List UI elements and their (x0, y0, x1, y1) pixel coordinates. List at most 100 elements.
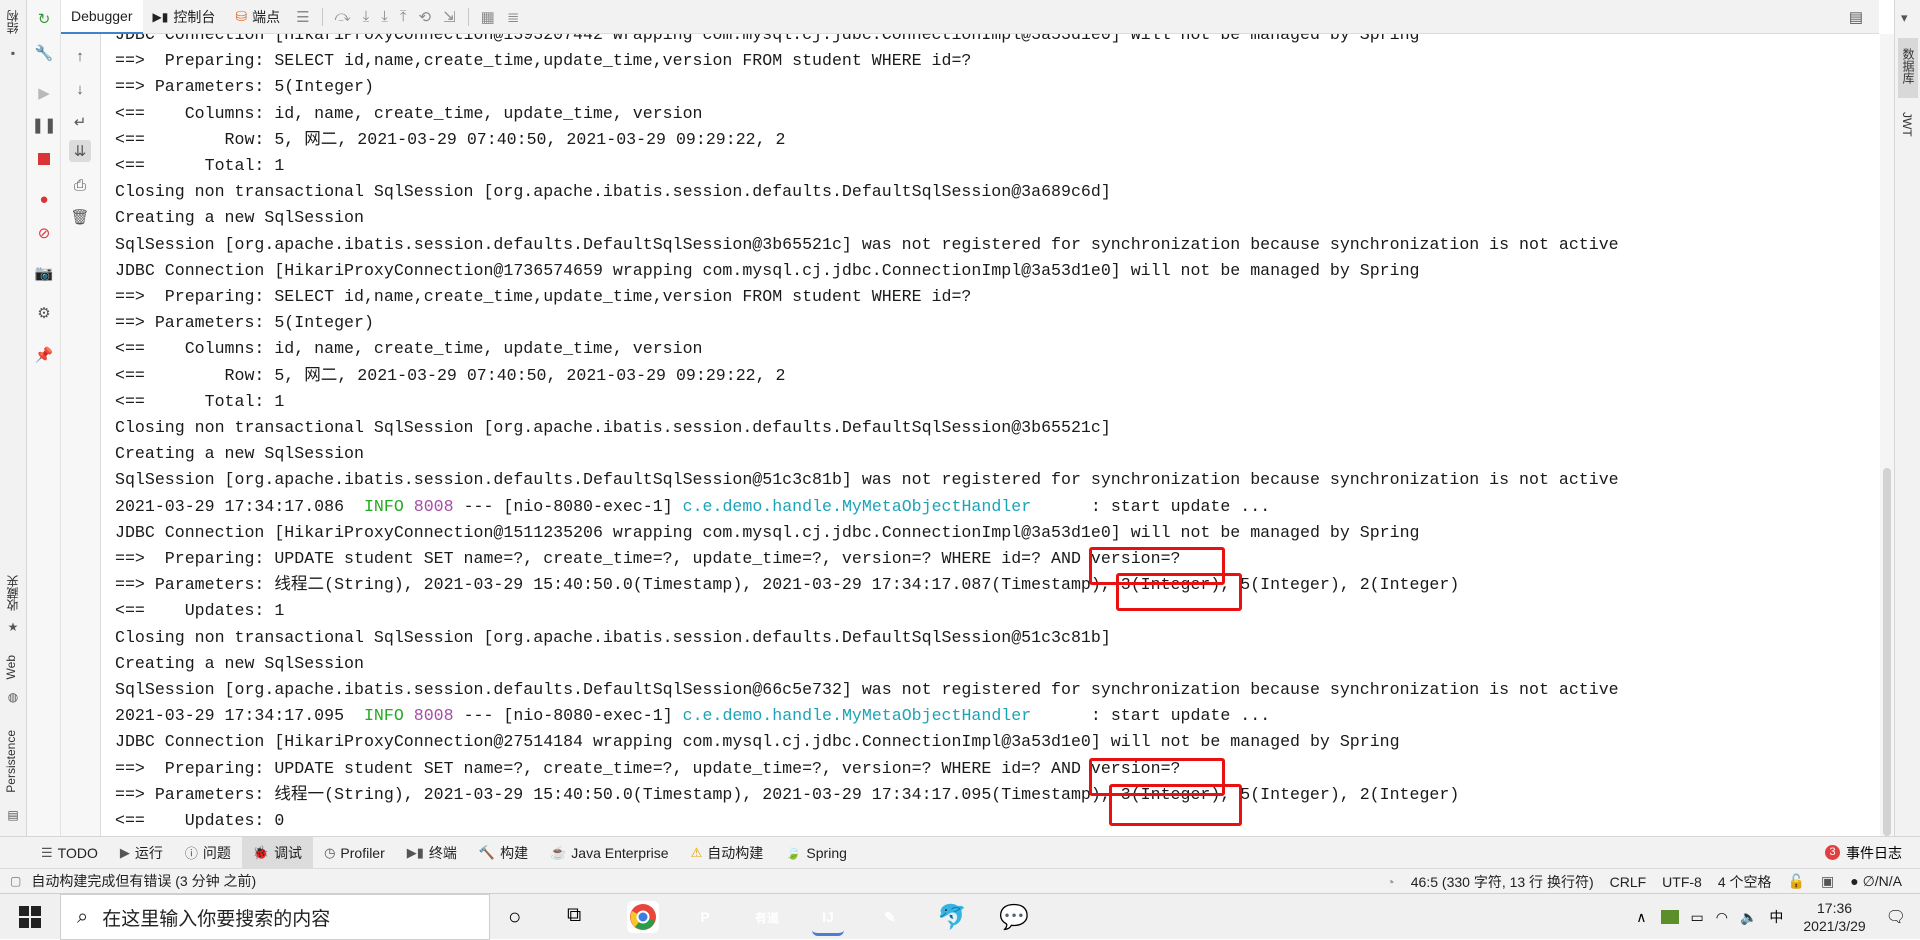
wifi-icon[interactable]: ◠ (1716, 909, 1728, 926)
chevron-down-icon[interactable]: ▾ (1901, 10, 1908, 26)
web-tool-label[interactable]: Web (4, 655, 18, 679)
task-view-icon[interactable]: ⧉ (567, 904, 581, 927)
clock-time: 17:36 (1817, 900, 1853, 916)
console-text-segment: Closing non transactional SqlSession [or… (115, 627, 1111, 647)
bottom-tab-java-enterprise[interactable]: ☕ Java Enterprise (539, 837, 679, 869)
console-text-segment: 2021-03-29 17:34:17.095 (115, 706, 364, 726)
bottom-tab-build[interactable]: 🔨 构建 (468, 837, 539, 869)
indent-setting[interactable]: 4 个空格 (1718, 872, 1772, 892)
ime-icon[interactable]: 中 (1769, 907, 1783, 927)
docker-app-icon[interactable]: 🐬 (936, 901, 968, 933)
tab-console[interactable]: ▶▮ 控制台 (143, 0, 226, 34)
run-to-cursor-icon[interactable]: ⇲ (437, 8, 462, 26)
caret-position[interactable]: 46:5 (330 字符, 13 行 换行符) (1411, 872, 1594, 892)
rerun-icon[interactable]: ↻ (33, 8, 55, 30)
evaluate-icon[interactable]: ▦ (475, 8, 501, 26)
wrench-icon[interactable]: 🔧 (33, 42, 55, 64)
cortana-icon[interactable]: ○ (508, 904, 521, 930)
console-text-segment: Closing non transactional SqlSession [or… (115, 418, 1111, 437)
bottom-tabs: ☰ TODO ▶ 运行 ⓘ 问题 🐞 调试 ◷ Profiler ▶▮ 终端 🔨 构建 ☕ Java Ente… (0, 836, 858, 869)
trash-icon[interactable]: 🗑 (69, 206, 91, 228)
stop-icon[interactable] (33, 148, 55, 170)
bottom-tab-spring[interactable]: 🍃 Spring (774, 837, 858, 869)
bottom-tab-label: 自动构建 (707, 844, 764, 861)
bottom-tab-auto-build[interactable]: ⚠ 自动构建 (680, 837, 775, 869)
bottom-tab-label: 调试 (274, 844, 303, 861)
scrollbar-thumb[interactable] (1883, 468, 1891, 836)
intellij-app-icon[interactable]: IJ (812, 901, 844, 936)
volume-icon[interactable]: 🔈 (1740, 909, 1757, 926)
tab-breakpoints-label: 端点 (252, 8, 281, 25)
step-out-icon[interactable]: ⤒ (394, 8, 413, 25)
tab-debugger[interactable]: Debugger (61, 0, 143, 34)
persistence-tool-label[interactable]: Persistence (4, 730, 18, 793)
battery-icon[interactable]: ▭ (1691, 909, 1704, 926)
vcs-status[interactable]: ● ∅/N/A (1850, 873, 1902, 890)
print-icon[interactable]: ⎙ (69, 174, 91, 196)
youdao-app-icon[interactable]: 有道 (751, 901, 783, 933)
file-encoding[interactable]: UTF-8 (1662, 874, 1702, 890)
structure-tool-label[interactable]: 结构 (4, 10, 21, 34)
wechat-app-icon[interactable]: 💬 (998, 901, 1030, 933)
step-into-icon[interactable]: ⤓ (357, 8, 376, 25)
pin-icon[interactable]: 📌 (33, 344, 55, 366)
bottom-tab-terminal[interactable]: ▶▮ 终端 (396, 837, 468, 869)
clock[interactable]: 17:36 2021/3/29 (1803, 899, 1865, 935)
soft-wrap-icon[interactable]: ↵ (69, 111, 91, 133)
bottom-tab-profiler[interactable]: ◷ Profiler (313, 837, 396, 869)
pause-icon[interactable]: ❚❚ (31, 114, 56, 136)
bottom-tab-label: Spring (806, 844, 847, 861)
start-button[interactable] (0, 894, 60, 940)
pycharm-app-icon[interactable]: P (689, 901, 721, 933)
gear-icon[interactable]: ⚙ (33, 302, 55, 324)
drop-frame-icon[interactable]: ⟲ (413, 8, 438, 26)
chrome-app-icon[interactable] (627, 901, 659, 933)
layout-icon[interactable]: ▤ (1843, 8, 1869, 26)
console-line: SqlSession [org.apache.ibatis.session.de… (115, 232, 1619, 258)
database-tool-label[interactable]: 数据库 (1900, 48, 1917, 84)
trace-icon[interactable]: ≣ (501, 8, 526, 26)
lock-icon[interactable]: 🔓 (1788, 873, 1805, 890)
force-step-into-icon[interactable]: ⤓ (375, 8, 394, 25)
menu-lines-icon[interactable]: ☰ (290, 8, 315, 26)
postman-app-icon[interactable]: ✎ (874, 901, 906, 933)
status-message[interactable]: 自动构建完成但有错误 (3 分钟 之前) (31, 871, 256, 891)
bottom-tab-debug[interactable]: 🐞 调试 (241, 836, 314, 869)
bottom-tab-todo[interactable]: ☰ TODO (30, 837, 109, 869)
taskbar-search[interactable]: ⌕ 在这里输入你要搜索的内容 (60, 894, 490, 940)
favorites-tool-label[interactable]: 收藏夹 (4, 575, 21, 611)
console-pid-segment: 8008 (413, 496, 454, 516)
console-line: Creating a new SqlSession (115, 651, 364, 677)
toolbar-divider (467, 7, 469, 26)
bottom-tab-run[interactable]: ▶ 运行 (109, 837, 174, 869)
camera-icon[interactable]: 📷 (33, 262, 55, 284)
notification-icon[interactable]: 🗨 (1886, 907, 1906, 927)
scroll-to-end-icon[interactable]: ⇊ (69, 140, 91, 162)
tab-breakpoints[interactable]: ⛁ 端点 (225, 0, 290, 34)
windows-taskbar: ⌕ 在这里输入你要搜索的内容 ○ ⧉ P 有道 IJ ✎ 🐬 💬 ∧ ▭ ◠ 🔈… (0, 893, 1920, 940)
console-line: JDBC Connection [HikariProxyConnection@1… (115, 34, 1419, 48)
jwt-tool-label[interactable]: JWT (1900, 112, 1914, 137)
resume-icon[interactable]: ▶ (33, 82, 55, 104)
console-text-segment: : start update ... (1031, 706, 1271, 726)
console-text-segment: ==> Parameters: 5(Integer) (115, 77, 374, 97)
view-breakpoints-icon[interactable]: ● (33, 188, 55, 210)
line-separator[interactable]: CRLF (1610, 874, 1647, 890)
console-output[interactable]: JDBC Connection [HikariProxyConnection@1… (102, 34, 1879, 836)
mute-breakpoints-icon[interactable]: ⊘ (33, 222, 55, 244)
right-tool-strip: ▾ 数据库 JWT (1894, 0, 1920, 868)
event-log[interactable]: 3 事件日志 (1825, 843, 1902, 863)
arrow-up-icon[interactable]: ↑ (69, 45, 91, 67)
status-square-icon[interactable]: ▢ (10, 874, 21, 888)
console-text-segment: ==> Preparing: UPDATE student SET name=?… (115, 549, 1181, 568)
tray-chevron-up-icon[interactable]: ∧ (1636, 909, 1646, 926)
memory-icon[interactable]: ▣ (1821, 873, 1834, 890)
arrow-down-icon[interactable]: ↓ (69, 78, 91, 100)
nvidia-icon[interactable] (1660, 910, 1679, 924)
bottom-tab-problems[interactable]: ⓘ 问题 (174, 837, 242, 869)
step-over-icon[interactable]: ⤼ (329, 8, 357, 25)
status-right-group: ◔ 46:5 (330 字符, 13 行 换行符) CRLF UTF-8 4 个… (1386, 869, 1902, 894)
highlight-version-param-1 (1116, 573, 1242, 611)
console-line: Closing non transactional SqlSession [or… (115, 415, 1111, 441)
console-line: ==> Preparing: UPDATE student SET name=?… (115, 756, 1181, 782)
